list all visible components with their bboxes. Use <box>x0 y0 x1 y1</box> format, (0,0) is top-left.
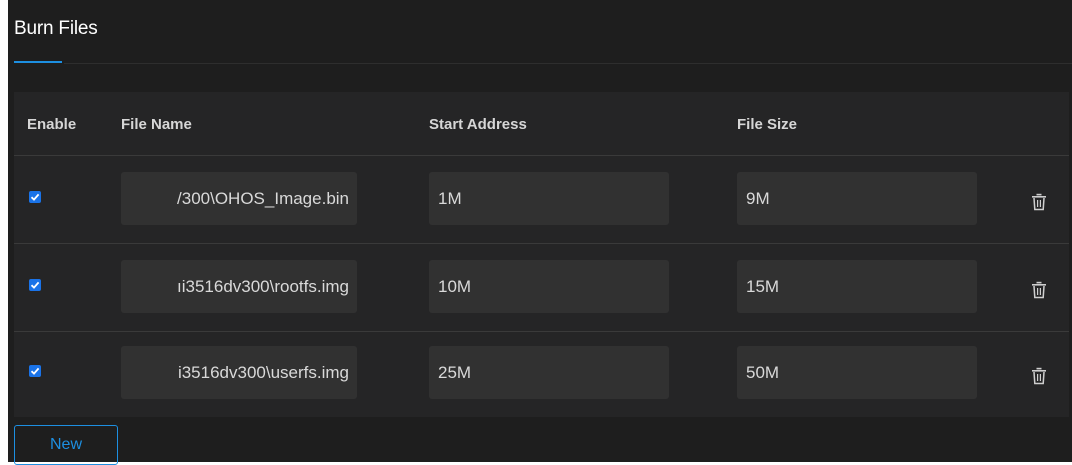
start-address-input[interactable]: 25M <box>429 346 669 399</box>
column-header-file-name: File Name <box>121 116 192 133</box>
table-row: ıi3516dv300\rootfs.img 10M 15M <box>14 244 1069 332</box>
file-name-input[interactable]: i3516dv300\userfs.img <box>121 346 357 399</box>
burn-files-table: Enable File Name Start Address File Size… <box>14 92 1069 417</box>
file-size-input[interactable]: 9M <box>737 172 977 225</box>
trash-icon[interactable] <box>1031 367 1047 385</box>
enable-checkbox[interactable] <box>29 279 41 291</box>
start-address-input[interactable]: 10M <box>429 260 669 313</box>
enable-checkbox[interactable] <box>29 191 41 203</box>
file-name-value: i3516dv300\userfs.img <box>177 363 349 382</box>
file-name-value: /300\OHOS_Image.bin <box>177 189 349 208</box>
start-address-input[interactable]: 1M <box>429 172 669 225</box>
page-title: Burn Files <box>14 18 98 39</box>
file-name-value: ıi3516dv300\rootfs.img <box>177 277 349 296</box>
trash-icon[interactable] <box>1031 193 1047 211</box>
file-name-input[interactable]: ıi3516dv300\rootfs.img <box>121 260 357 313</box>
check-icon <box>30 193 40 201</box>
column-header-file-size: File Size <box>737 116 798 133</box>
column-header-enable: Enable <box>27 116 77 133</box>
file-name-input[interactable]: /300\OHOS_Image.bin <box>121 172 357 225</box>
table-header: Enable File Name Start Address File Size <box>14 92 1069 156</box>
file-size-input[interactable]: 15M <box>737 260 977 313</box>
enable-checkbox[interactable] <box>29 365 41 377</box>
burn-files-panel: Burn Files Enable File Name Start Addres… <box>8 0 1072 465</box>
new-button[interactable]: New <box>14 425 118 465</box>
trash-icon[interactable] <box>1031 281 1047 299</box>
header-divider <box>64 63 1072 64</box>
active-tab-indicator <box>14 61 62 63</box>
check-icon <box>30 367 40 375</box>
column-header-start-address: Start Address <box>429 116 527 133</box>
table-row: /300\OHOS_Image.bin 1M 9M <box>14 156 1069 244</box>
file-size-input[interactable]: 50M <box>737 346 977 399</box>
check-icon <box>30 281 40 289</box>
table-row: i3516dv300\userfs.img 25M 50M <box>14 330 1069 417</box>
